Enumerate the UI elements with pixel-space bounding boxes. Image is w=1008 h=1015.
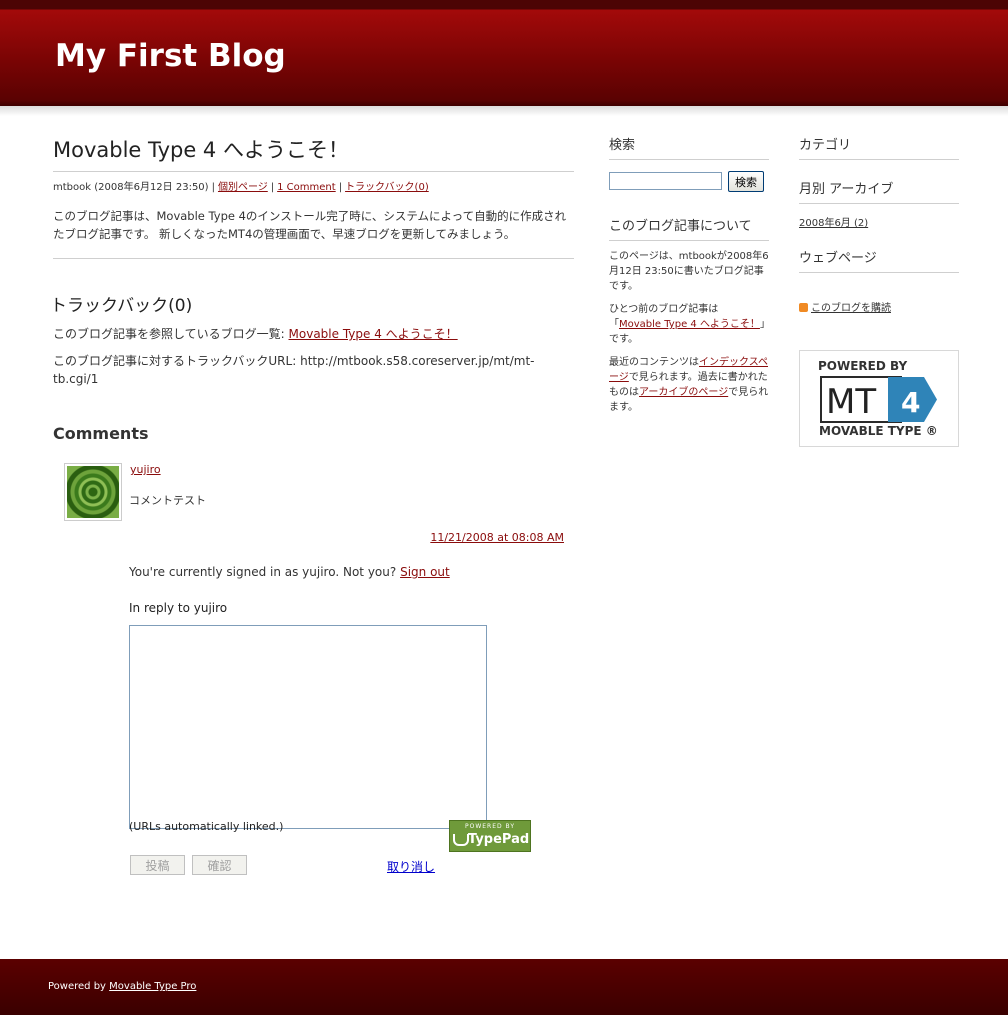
site-footer: Powered by Movable Type Pro (0, 959, 1008, 1015)
typepad-powered-text: POWERED BY (464, 823, 515, 830)
search-title: 検索 (609, 130, 769, 160)
comment-author-link[interactable]: yujiro (130, 463, 161, 476)
blog-title[interactable]: My First Blog (55, 38, 286, 74)
search-button[interactable]: 検索 (728, 171, 764, 192)
header-shadow (0, 106, 1008, 116)
trackback-url-line: このブログ記事に対するトラックバックURL: http://mtbook.s58… (53, 352, 543, 388)
permalink-link[interactable]: 個別ページ (218, 182, 268, 193)
badge-num-text: 4 (901, 386, 920, 419)
trackbacks-list-line: このブログ記事を参照しているブログ一覧: Movable Type 4 へようこ… (53, 325, 574, 343)
main-content: Movable Type 4 へようこそ！ mtbook (2008年6月12日… (50, 130, 574, 875)
sidebar-middle: 検索 検索 このブログ記事について このページは、mtbookが2008年6月1… (609, 130, 769, 415)
avatar-image (67, 466, 119, 518)
site-header: My First Blog (0, 0, 1008, 106)
badge-mt-text: MT (826, 382, 876, 422)
rss-icon (799, 303, 808, 312)
reply-to-label: In reply to yujiro (129, 601, 228, 615)
badge-powered-text: POWERED BY (818, 359, 908, 373)
comments-count-link[interactable]: 1 Comment (277, 182, 336, 193)
comment-date-link[interactable]: 11/21/2008 at 08:08 AM (430, 531, 564, 544)
footer-mt-link[interactable]: Movable Type Pro (109, 981, 196, 992)
sign-out-link[interactable]: Sign out (400, 565, 450, 579)
cancel-link[interactable]: 取り消し (387, 858, 435, 875)
archive-item: 2008年6月 (2) (799, 214, 959, 229)
search-input[interactable] (609, 172, 722, 190)
feed-subscribe: このブログを購読 (799, 299, 959, 314)
post-button[interactable]: 投稿 (130, 855, 185, 875)
typepad-badge[interactable]: POWERED BY TypePad (449, 820, 531, 852)
footer-text: Powered by Movable Type Pro (48, 981, 196, 992)
webpages-title: ウェブページ (799, 243, 959, 273)
entry-author: mtbook (53, 182, 92, 193)
entry-body: このブログ記事は、Movable Type 4のインストール完了時に、システムに… (53, 207, 574, 259)
entry-date: (2008年6月12日 23:50) (94, 182, 209, 193)
recent-content-text: 最近のコンテンツはインデックスページで見られます。過去に書かれたものはアーカイブ… (609, 355, 769, 415)
categories-title: カテゴリ (799, 130, 959, 160)
badge-type-text: MOVABLE TYPE ® (819, 424, 938, 438)
entry-meta: mtbook (2008年6月12日 23:50) | 個別ページ | 1 Commen… (53, 178, 574, 193)
trackback-url-label: このブログ記事に対するトラックバックURL: (53, 354, 297, 368)
entry-title: Movable Type 4 へようこそ！ (53, 130, 574, 172)
subscribe-link[interactable]: このブログを購読 (811, 303, 891, 314)
mt4-logo-icon: MT 4 (820, 376, 937, 423)
previous-entry-text: ひとつ前のブログ記事は「Movable Type 4 へようこそ！」です。 (609, 302, 769, 347)
trackbacks-title: トラックバック(0) (50, 296, 193, 316)
comment-textarea[interactable] (129, 625, 487, 829)
urls-note: (URLs automatically linked.) (129, 820, 284, 833)
typepad-name: TypePad (468, 832, 530, 847)
monthly-archives-title: 月別 アーカイブ (799, 174, 959, 204)
search-form: 検索 (609, 171, 769, 193)
archive-month-link[interactable]: 2008年6月 (2) (799, 218, 868, 229)
about-text: このページは、mtbookが2008年6月12日 23:50に書いたブログ記事で… (609, 251, 769, 292)
about-title: このブログ記事について (609, 211, 769, 241)
trackbacks-list-label: このブログ記事を参照しているブログ一覧: (53, 327, 285, 341)
signed-in-line: You're currently signed in as yujiro. No… (129, 565, 574, 579)
comments-title: Comments (53, 424, 149, 443)
meta-separator: | (270, 182, 275, 193)
trackbacks-entry-link[interactable]: Movable Type 4 へようこそ！ (289, 327, 458, 341)
typepad-logo-icon (453, 834, 469, 846)
signed-in-text: You're currently signed in as yujiro. No… (129, 565, 397, 579)
comment-text: コメントテスト (129, 494, 206, 507)
footer-prefix: Powered by (48, 981, 106, 992)
meta-separator: | (338, 182, 343, 193)
movable-type-badge[interactable]: POWERED BY MT 4 MOVABLE TYPE ® (799, 350, 959, 447)
sidebar-right: カテゴリ 月別 アーカイブ 2008年6月 (2) ウェブページ このブログを購… (799, 130, 959, 447)
preview-button[interactable]: 確認 (192, 855, 247, 875)
archive-page-link[interactable]: アーカイブのページ (639, 387, 728, 398)
comment-item: yujiro コメントテスト 11/21/2008 at 08:08 AM (53, 463, 574, 553)
trackback-link[interactable]: トラックバック(0) (345, 182, 429, 193)
recent-content-pre: 最近のコンテンツは (609, 357, 699, 368)
meta-separator: | (211, 182, 215, 193)
previous-entry-link[interactable]: Movable Type 4 へようこそ！ (619, 319, 760, 330)
avatar (64, 463, 122, 521)
